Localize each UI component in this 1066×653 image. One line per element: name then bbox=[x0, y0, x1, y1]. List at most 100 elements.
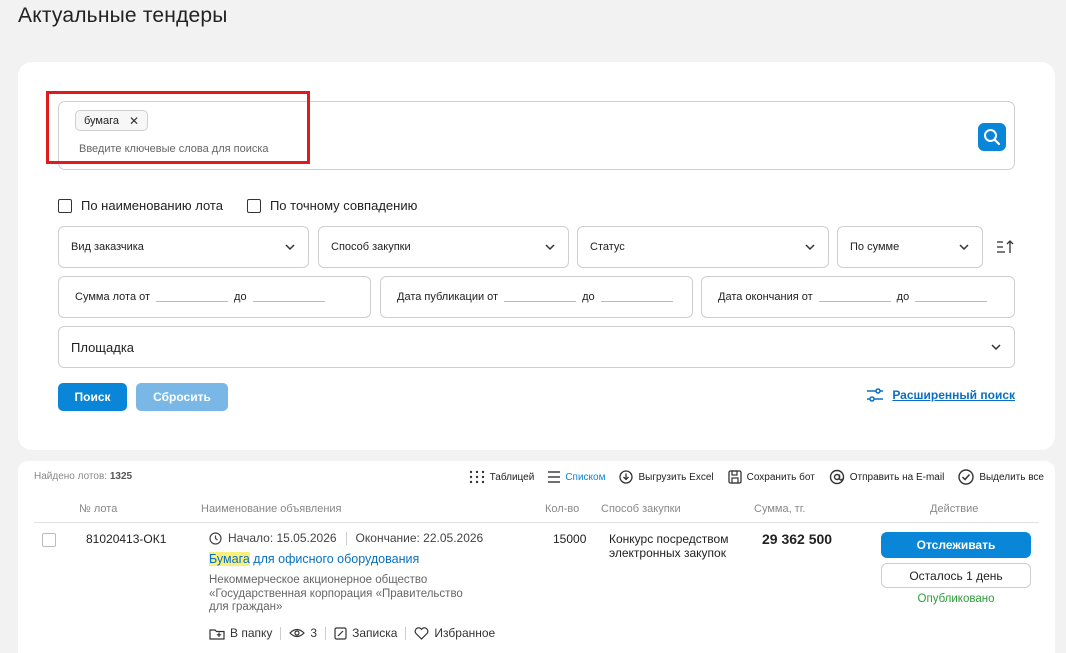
search-options: По наименованию лота По точному совпаден… bbox=[58, 198, 417, 213]
sliders-icon bbox=[867, 388, 884, 402]
keyword-highlight: Бумага bbox=[209, 552, 250, 566]
results-table-header: № лота Наименование объявления Кол-во Сп… bbox=[34, 495, 1039, 523]
date-divider bbox=[345, 531, 347, 545]
eye-icon bbox=[289, 628, 306, 638]
search-icon bbox=[984, 129, 1001, 146]
save-bot-button[interactable]: Сохранить бот bbox=[727, 470, 815, 484]
views-number: 3 bbox=[310, 626, 318, 640]
col-name: Наименование объявления bbox=[201, 503, 342, 515]
col-lot-no: № лота bbox=[79, 503, 118, 515]
search-submit-button[interactable]: Поиск bbox=[58, 383, 127, 411]
search-button[interactable] bbox=[978, 123, 1006, 151]
tool-label: Сохранить бот bbox=[746, 471, 815, 483]
tool-label: Списком bbox=[565, 471, 606, 483]
procurement-method-select[interactable]: Способ закупки bbox=[318, 226, 569, 268]
select-label: Статус bbox=[590, 241, 625, 253]
organizer-name: Некоммерческое акционерное общество «Гос… bbox=[209, 574, 463, 613]
folder-icon bbox=[209, 628, 225, 640]
tool-label: Отправить на E-mail bbox=[849, 471, 945, 483]
status-select[interactable]: Статус bbox=[577, 226, 829, 268]
note-icon bbox=[334, 626, 347, 640]
found-count: Найдено лотов: 1325 bbox=[34, 471, 132, 482]
status-label: Опубликовано bbox=[917, 593, 995, 605]
select-all-button[interactable]: Выделить все bbox=[958, 469, 1044, 485]
checkbox-label: По наименованию лота bbox=[81, 198, 223, 213]
col-sum: Сумма, тг. bbox=[754, 503, 806, 515]
views-count: 3 bbox=[289, 626, 317, 640]
platform-select[interactable]: Площадка bbox=[58, 326, 1015, 368]
end-date-range[interactable]: Дата окончания от до bbox=[701, 276, 1015, 318]
chevron-down-icon bbox=[991, 344, 1001, 351]
by-lot-name-checkbox[interactable]: По наименованию лота bbox=[58, 198, 223, 213]
found-label: Найдено лотов: bbox=[34, 471, 108, 482]
chevron-down-icon bbox=[285, 244, 295, 251]
floppy-icon bbox=[727, 470, 742, 484]
sort-select[interactable]: По сумме bbox=[837, 226, 983, 268]
range-to-input[interactable] bbox=[600, 292, 673, 302]
range-from-input[interactable] bbox=[156, 292, 229, 302]
range-label: Дата публикации от bbox=[397, 291, 499, 303]
lot-title-rest: для офисного оборудования bbox=[249, 552, 420, 566]
send-email-button[interactable]: Отправить на E-mail bbox=[829, 469, 945, 485]
range-from-input[interactable] bbox=[504, 292, 577, 302]
row-action-column: Отслеживать Осталось 1 день Опубликовано bbox=[881, 532, 1031, 605]
range-to-input[interactable] bbox=[252, 292, 325, 302]
lot-sum: 29 362 500 bbox=[762, 531, 833, 547]
customer-type-select[interactable]: Вид заказчика bbox=[58, 226, 309, 268]
chevron-down-icon bbox=[545, 244, 555, 251]
export-excel-button[interactable]: Выгрузить Excel bbox=[619, 470, 714, 484]
range-to-input[interactable] bbox=[915, 292, 988, 302]
tool-label: Выгрузить Excel bbox=[638, 471, 714, 483]
lot-quantity: 15000 bbox=[553, 532, 587, 546]
note-button[interactable]: Записка bbox=[334, 626, 397, 640]
add-to-folder-button[interactable]: В папку bbox=[209, 626, 272, 640]
grid-icon bbox=[469, 470, 484, 484]
favorite-button[interactable]: Избранное bbox=[414, 626, 495, 640]
checkbox-box[interactable] bbox=[58, 198, 72, 213]
col-qty: Кол-во bbox=[545, 503, 580, 515]
reset-button[interactable]: Сбросить bbox=[136, 383, 228, 411]
range-from-input[interactable] bbox=[818, 292, 891, 302]
view-table-button[interactable]: Таблицей bbox=[469, 470, 534, 484]
tool-label: Выделить все bbox=[979, 471, 1044, 483]
chevron-down-icon bbox=[805, 244, 815, 251]
row-actions: В папку 3 Записка Избранное bbox=[209, 626, 495, 640]
range-to-label: до bbox=[234, 291, 247, 303]
action-divider bbox=[405, 626, 407, 640]
select-label: Вид заказчика bbox=[71, 241, 144, 253]
action-divider bbox=[325, 626, 327, 640]
lot-number[interactable]: 81020413-ОК1 bbox=[86, 532, 166, 546]
advanced-search-link[interactable]: Расширенный поиск bbox=[866, 388, 1015, 402]
results-panel: Найдено лотов: 1325 Таблицей Списком Выг… bbox=[18, 461, 1055, 653]
select-label: По сумме bbox=[850, 241, 900, 253]
folder-label: В папку bbox=[230, 626, 273, 640]
col-action: Действие bbox=[930, 503, 979, 515]
note-label: Записка bbox=[352, 626, 398, 640]
checkbox-box[interactable] bbox=[246, 198, 261, 213]
end-date: Окончание: 22.05.2026 bbox=[355, 531, 484, 545]
col-method: Способ закупки bbox=[601, 503, 681, 515]
at-sign-icon bbox=[829, 469, 844, 485]
view-list-button[interactable]: Списком bbox=[548, 470, 605, 484]
range-to-label: до bbox=[582, 291, 595, 303]
row-checkbox[interactable] bbox=[42, 533, 56, 547]
pub-date-range[interactable]: Дата публикации от до bbox=[380, 276, 693, 318]
lot-sum-range[interactable]: Сумма лота от до bbox=[58, 276, 371, 318]
sort-order-icon[interactable] bbox=[996, 238, 1014, 256]
search-panel: бумага ✕ Введите ключевые слова для поис… bbox=[18, 62, 1055, 450]
procurement-method: Конкурс посредством электронных закупок bbox=[609, 532, 729, 560]
exact-match-checkbox[interactable]: По точному совпадению bbox=[246, 198, 418, 213]
range-to-label: до bbox=[896, 291, 910, 303]
action-divider bbox=[280, 626, 282, 640]
track-button[interactable]: Отслеживать bbox=[881, 532, 1031, 558]
select-label: Способ закупки bbox=[331, 241, 411, 253]
checkbox-label: По точному совпадению bbox=[269, 198, 418, 213]
page-title: Актуальные тендеры bbox=[18, 4, 228, 27]
select-label: Площадка bbox=[71, 339, 135, 355]
clock-icon bbox=[209, 531, 222, 545]
lot-title-link[interactable]: Бумага для офисного оборудования bbox=[209, 552, 419, 566]
highlight-frame bbox=[46, 91, 310, 164]
found-number: 1325 bbox=[109, 471, 133, 482]
time-left-badge: Осталось 1 день bbox=[881, 563, 1031, 588]
lot-dates: Начало: 15.05.2026 Окончание: 22.05.2026 bbox=[209, 531, 483, 545]
